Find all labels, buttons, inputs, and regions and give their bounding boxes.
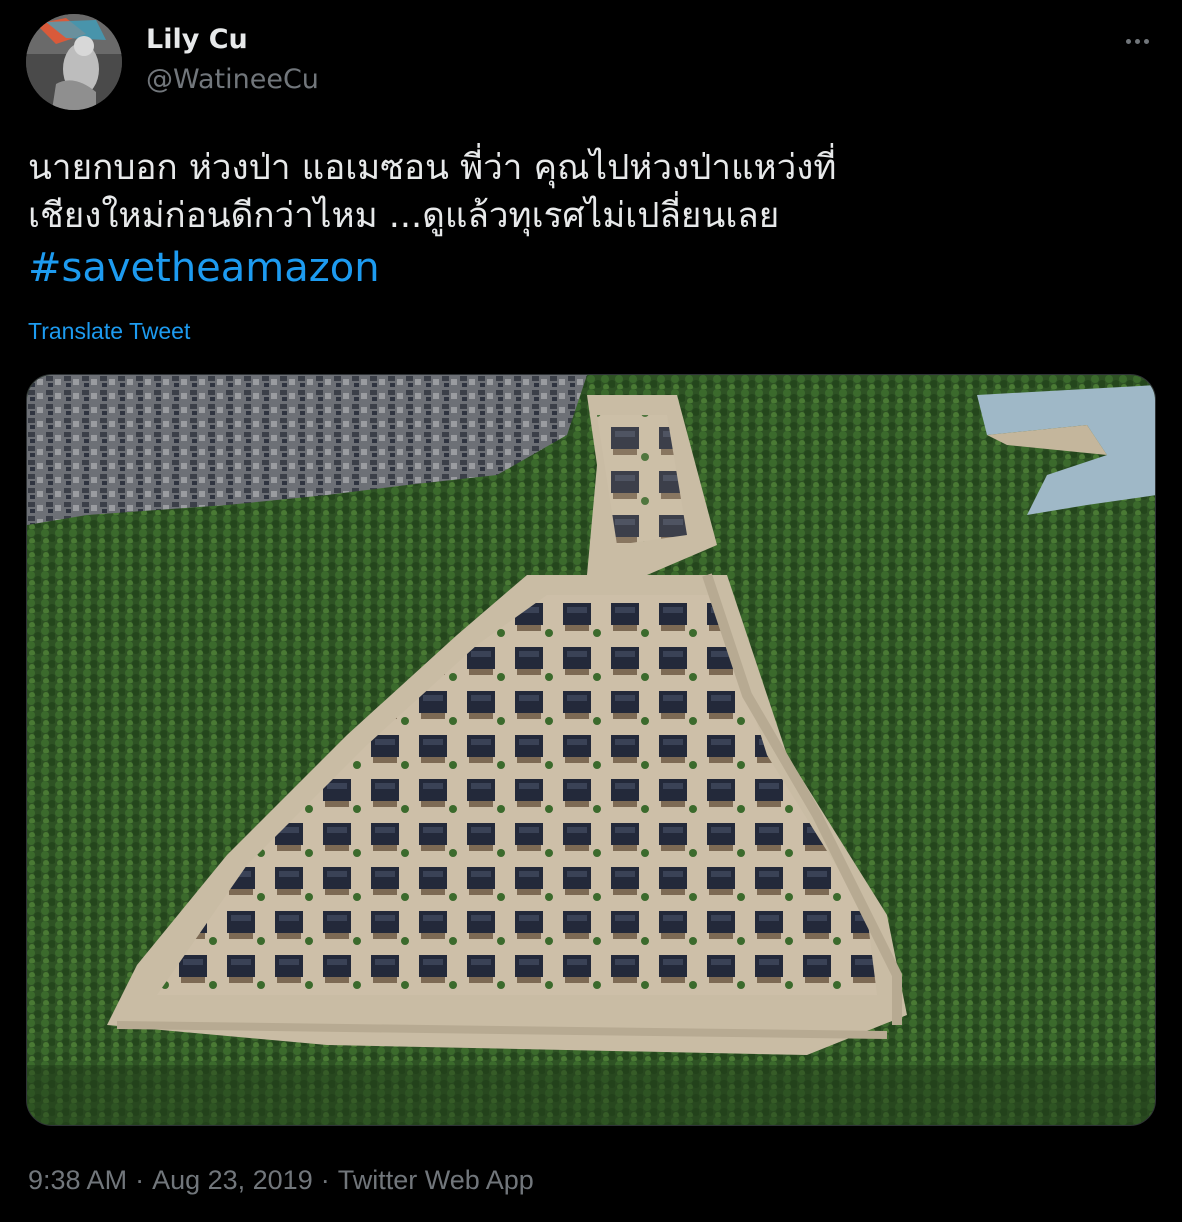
aerial-photo	[27, 375, 1155, 1125]
tweet-photo[interactable]	[26, 374, 1156, 1126]
meta-separator: ·	[135, 1165, 145, 1195]
more-dots-icon[interactable]	[1118, 22, 1156, 60]
tweet-text-line-2: เชียงใหม่ก่อนดีกว่าไหม ...ดูแล้วทุเรศไม่…	[28, 196, 780, 236]
tweet-meta: 9:38 AM · Aug 23, 2019 · Twitter Web App	[28, 1160, 534, 1200]
author-name[interactable]: Lily Cu	[146, 22, 248, 58]
meta-separator-2: ·	[320, 1165, 330, 1195]
author-handle[interactable]: @WatineeCu	[146, 62, 319, 98]
translate-tweet-link[interactable]: Translate Tweet	[28, 318, 190, 345]
tweet-text: นายกบอก ห่วงป่า แอเมซอน พี่ว่า คุณไปห่วง…	[28, 144, 1148, 294]
tweet-source[interactable]: Twitter Web App	[338, 1165, 534, 1195]
avatar-image	[26, 14, 122, 110]
hashtag-link[interactable]: #savetheamazon	[28, 244, 380, 292]
tweet-container: Lily Cu @WatineeCu นายกบอก ห่วงป่า แอเมซ…	[0, 0, 1182, 1222]
avatar[interactable]	[26, 14, 122, 110]
tweet-text-line-1: นายกบอก ห่วงป่า แอเมซอน พี่ว่า คุณไปห่วง…	[28, 148, 837, 188]
tweet-date[interactable]: Aug 23, 2019	[152, 1165, 313, 1195]
tweet-time[interactable]: 9:38 AM	[28, 1165, 127, 1195]
